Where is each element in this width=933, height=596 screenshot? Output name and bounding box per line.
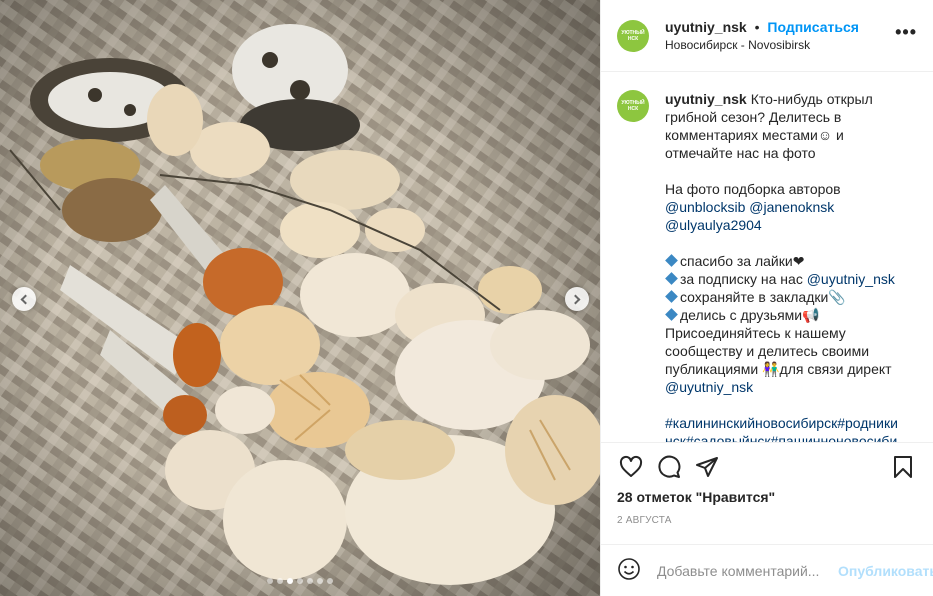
caption: УЮТНЫЙ НСК uyutniy_nsk Кто-нибудь открыл …	[617, 90, 917, 442]
blue-diamond-icon	[665, 290, 678, 303]
instagram-post: УЮТНЫЙ НСК uyutniy_nsk • Подписаться Нов…	[0, 0, 933, 596]
caption-username[interactable]: uyutniy_nsk	[665, 91, 747, 107]
carousel-dot	[327, 578, 333, 584]
heart-icon	[619, 455, 643, 477]
post-header: УЮТНЫЙ НСК uyutniy_nsk • Подписаться Нов…	[601, 0, 933, 72]
carousel-dot	[277, 578, 283, 584]
authors-intro: На фото подборка авторов	[665, 181, 841, 197]
list-item: делись с друзьями📢	[680, 307, 820, 323]
share-button[interactable]	[693, 453, 721, 481]
more-options-icon[interactable]: •••	[895, 22, 917, 43]
comment-form: Опубликовать	[601, 544, 933, 596]
mushroom-basket-image	[0, 0, 600, 596]
bookmark-icon	[894, 456, 912, 478]
carousel-dot-active	[287, 578, 293, 584]
chevron-right-icon	[570, 294, 581, 304]
username-link[interactable]: uyutniy_nsk	[665, 19, 747, 35]
avatar-text: УЮТНЫЙ НСК	[621, 100, 645, 112]
carousel-indicator	[0, 578, 600, 584]
author-mention[interactable]: @unblocksib	[665, 199, 745, 215]
carousel-dot	[317, 578, 323, 584]
post-photo[interactable]	[0, 0, 600, 596]
location-link[interactable]: Новосибирск - Novosibirsk	[665, 38, 895, 52]
blue-diamond-icon	[665, 272, 678, 285]
carousel-dot	[297, 578, 303, 584]
caption-area[interactable]: УЮТНЫЙ НСК uyutniy_nsk Кто-нибудь открыл …	[601, 72, 933, 442]
avatar[interactable]: УЮТНЫЙ НСК	[617, 19, 649, 52]
list-item: сохраняйте в закладки📎	[680, 289, 846, 305]
post-date[interactable]: 2 АВГУСТА	[617, 515, 917, 526]
author-mention[interactable]: @janenoknsk	[749, 199, 834, 215]
comment-input[interactable]	[657, 562, 838, 579]
blue-diamond-icon	[665, 308, 678, 321]
save-button[interactable]	[889, 453, 917, 481]
publish-button[interactable]: Опубликовать	[838, 563, 933, 579]
chevron-left-icon	[20, 294, 31, 304]
contact-mention[interactable]: @uyutniy_nsk	[665, 379, 753, 395]
list-item: спасибо за лайки❤	[680, 253, 805, 269]
avatar-text: УЮТНЫЙ НСК	[621, 29, 645, 42]
comment-button[interactable]	[655, 453, 683, 481]
actions-area: 28 отметок "Нравится" 2 АВГУСТА	[601, 442, 933, 526]
paper-plane-icon	[696, 457, 718, 477]
previous-slide-button[interactable]	[12, 287, 36, 311]
carousel-dot	[267, 578, 273, 584]
caption-text: uyutniy_nsk Кто-нибудь открыл грибной сез…	[665, 90, 905, 442]
hashtags[interactable]: #калининскийновосибирск#родникинск#садов…	[665, 414, 905, 442]
separator-dot: •	[754, 19, 760, 35]
like-button[interactable]	[617, 453, 645, 481]
caption-avatar[interactable]: УЮТНЫЙ НСК	[617, 90, 649, 122]
post-side-panel: УЮТНЫЙ НСК uyutniy_nsk • Подписаться Нов…	[600, 0, 933, 596]
blue-diamond-icon	[665, 254, 678, 267]
list-item: за подписку на нас	[680, 271, 807, 287]
action-icons	[617, 447, 917, 487]
follow-button[interactable]: Подписаться	[767, 19, 859, 35]
author-mention[interactable]: @ulyaulya2904	[665, 217, 762, 233]
smiley-icon	[618, 558, 640, 580]
comment-bubble-icon	[658, 455, 681, 478]
next-slide-button[interactable]	[565, 287, 589, 311]
emoji-button[interactable]	[617, 557, 641, 584]
account-mention[interactable]: @uyutniy_nsk	[807, 271, 895, 287]
join-text: Присоединяйтесь к нашему сообществу и де…	[665, 325, 892, 377]
likes-count[interactable]: 28 отметок "Нравится"	[617, 489, 917, 505]
carousel-dot	[307, 578, 313, 584]
